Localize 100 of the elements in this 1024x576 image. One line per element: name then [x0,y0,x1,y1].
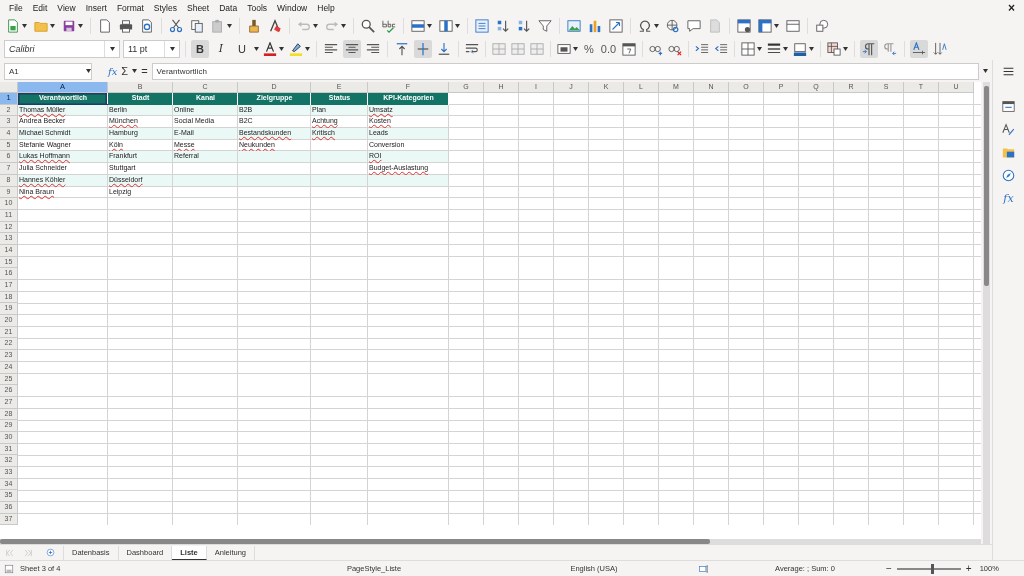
menu-item[interactable]: Sheet [182,2,215,13]
save-status-icon[interactable] [4,563,14,574]
print-area-icon[interactable] [737,19,751,33]
dropdown-caret-icon[interactable] [983,69,988,73]
dropdown-caret-icon[interactable] [427,24,432,28]
menu-item[interactable]: Tools [242,2,272,13]
percent-format-button[interactable]: % [582,42,596,55]
column-icon[interactable] [439,19,453,33]
save-icon[interactable] [62,19,76,33]
dropdown-caret-icon[interactable] [227,24,232,28]
funnel-icon[interactable] [538,19,552,33]
calendar-icon[interactable] [622,41,637,56]
highlighter-icon[interactable] [289,41,303,56]
dropdown-caret-icon[interactable] [22,24,27,28]
dropdown-caret-icon[interactable] [809,46,815,51]
shapes-icon[interactable] [815,19,829,33]
omega-icon[interactable] [638,19,652,33]
merge-cells-icon[interactable] [511,41,525,56]
dropdown-caret-icon[interactable] [109,46,115,51]
menu-item[interactable]: Help [312,2,340,13]
increase-indent-icon[interactable] [695,41,710,56]
sort-descending-icon[interactable] [517,19,531,33]
zoom-slider-thumb[interactable] [930,563,934,574]
table-cell [311,151,368,164]
dropdown-caret-icon[interactable] [843,46,849,51]
border-style-icon[interactable] [767,41,782,56]
menu-item[interactable]: Insert [80,2,112,13]
decrease-indent-icon[interactable] [714,41,729,56]
selection-mode-icon[interactable] [697,563,711,574]
clear-formatting-icon[interactable] [268,19,282,33]
dropdown-caret-icon[interactable] [86,69,91,73]
pdf-export-icon[interactable] [98,19,112,33]
merge-cells-icon[interactable] [492,41,506,56]
border-color-icon[interactable] [793,41,808,56]
find-replace-icon[interactable] [361,19,375,33]
underline-button[interactable]: U [233,39,251,58]
dropdown-caret-icon[interactable] [305,46,310,51]
decimal-format-button[interactable]: 0.0 [598,42,619,55]
italic-button[interactable]: I [212,39,230,58]
dropdown-caret-icon[interactable] [50,24,55,28]
styles-icon[interactable] [1002,123,1015,136]
formula-input[interactable]: Verantwortlich [151,62,979,80]
printer-icon[interactable] [119,19,133,33]
copy-icon[interactable] [190,19,204,33]
functions-button[interactable]: fx [1003,192,1014,205]
sum-button[interactable]: Σ [121,65,129,77]
dropdown-caret-icon[interactable] [341,24,346,28]
dropdown-caret-icon[interactable] [279,46,284,51]
menu-item[interactable]: File [4,2,28,13]
name-box[interactable]: A1 [4,62,92,80]
gallery-icon[interactable] [1002,146,1015,159]
sort-ascending-icon[interactable] [496,19,510,33]
menu-item[interactable]: Styles [148,2,182,13]
merge-cells-icon[interactable] [530,41,544,56]
dropdown-caret-icon[interactable] [132,69,138,73]
menu-item[interactable]: View [52,2,81,13]
dropdown-caret-icon[interactable] [78,24,83,28]
properties-icon[interactable] [1002,100,1015,113]
bar-chart-icon[interactable] [588,19,602,33]
spelling-icon[interactable] [382,19,396,33]
zoom-in-button[interactable]: + [965,563,972,574]
cut-icon[interactable] [169,19,183,33]
print-preview-icon[interactable] [140,19,154,33]
freeze-panes-icon[interactable] [758,19,772,33]
navigator-icon[interactable] [1002,169,1015,182]
font-size-field[interactable]: 11 pt [123,39,180,58]
menu-item[interactable]: Window [272,2,313,13]
dropdown-caret-icon[interactable] [757,46,763,51]
conditional-format-icon[interactable] [827,41,842,56]
function-wizard-button[interactable]: fx [108,65,118,77]
number-format-icon[interactable] [557,41,571,56]
menu-icon[interactable] [1002,65,1015,78]
sort-icon[interactable] [475,19,489,33]
dropdown-caret-icon[interactable] [313,24,318,28]
dropdown-caret-icon[interactable] [254,46,259,51]
dropdown-caret-icon[interactable] [783,46,789,51]
wrap-text-icon[interactable] [465,41,479,56]
split-window-icon[interactable] [786,19,800,33]
hyperlink-icon[interactable] [666,19,680,33]
menu-item[interactable]: Edit [27,2,53,13]
formula-button[interactable]: = [141,65,148,77]
close-button[interactable]: × [1003,0,1020,15]
dropdown-caret-icon[interactable] [654,24,659,28]
row-icon[interactable] [411,19,425,33]
comment-icon[interactable] [687,19,701,33]
pivot-table-icon[interactable] [609,19,623,33]
paintbrush-icon[interactable] [247,19,261,33]
zoom-out-button[interactable]: − [886,563,892,574]
bold-button[interactable]: B [191,39,209,58]
menu-item[interactable]: Format [111,2,149,13]
dropdown-caret-icon[interactable] [455,24,460,28]
image-icon[interactable] [567,19,581,33]
dropdown-caret-icon[interactable] [774,24,779,28]
dropdown-caret-icon[interactable] [573,46,578,51]
add-sheet-icon[interactable] [46,548,55,557]
font-name-field[interactable]: Calibri [4,39,120,58]
font-color-icon[interactable] [263,41,277,56]
table-cell [311,174,368,187]
menu-item[interactable]: Data [214,2,243,13]
dropdown-caret-icon[interactable] [169,46,175,51]
